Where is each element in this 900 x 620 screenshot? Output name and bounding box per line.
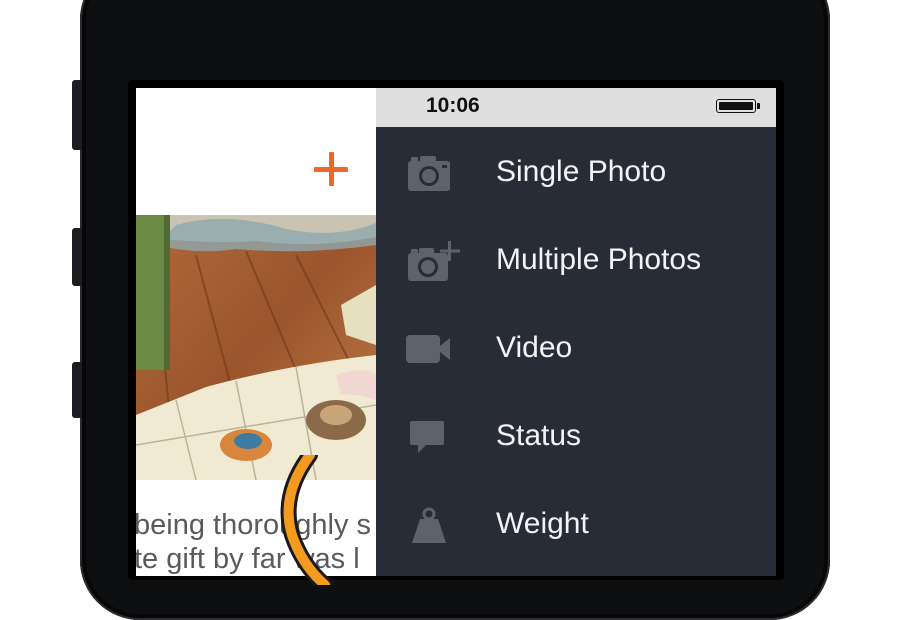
- status-time: 10:06: [426, 94, 480, 117]
- battery-icon: [716, 99, 760, 115]
- menu-item-weight[interactable]: Weight: [376, 481, 776, 569]
- menu-item-label: Video: [496, 331, 573, 364]
- camera-icon: [404, 153, 464, 193]
- annotation-arrow: [280, 455, 333, 585]
- video-camera-icon: [404, 329, 464, 369]
- photo-image: [136, 215, 376, 480]
- menu-item-multiple-photos[interactable]: Multiple Photos: [376, 217, 776, 305]
- camera-plus-icon: [404, 241, 464, 281]
- weight-icon: [404, 505, 464, 545]
- menu-item-label: Status: [496, 419, 582, 452]
- menu-item-label: Weight: [496, 507, 589, 540]
- feed-photo[interactable]: [136, 215, 376, 480]
- speech-bubble-icon: [404, 417, 464, 457]
- volume-up-button: [72, 228, 82, 286]
- app-header: [136, 88, 376, 215]
- add-content-menu: 10:06 Single Photo Multiple Photos Video…: [376, 88, 776, 576]
- menu-item-status[interactable]: Status: [376, 393, 776, 481]
- mute-switch: [72, 80, 82, 150]
- add-button[interactable]: [312, 150, 352, 190]
- menu-item-label: Single Photo: [496, 155, 667, 188]
- volume-down-button: [72, 362, 82, 418]
- menu-item-label: Multiple Photos: [496, 243, 702, 276]
- menu-item-single-photo[interactable]: Single Photo: [376, 129, 776, 217]
- menu-item-video[interactable]: Video: [376, 305, 776, 393]
- status-bar: 10:06: [376, 88, 776, 127]
